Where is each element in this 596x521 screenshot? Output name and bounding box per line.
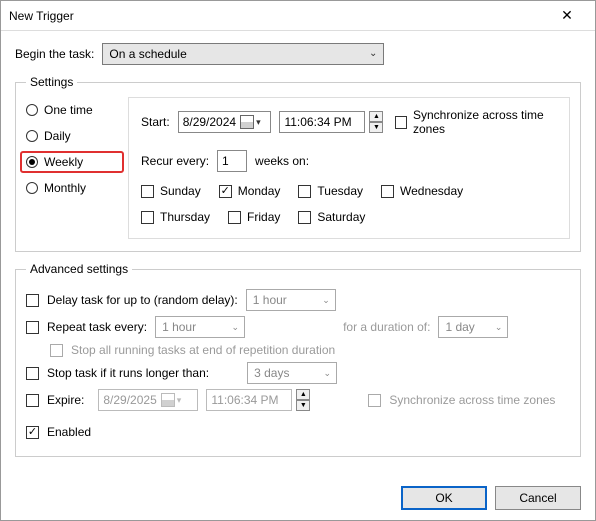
chevron-down-icon: ⌄ [495,322,503,333]
repeat-checkbox[interactable] [26,321,39,334]
day-friday-checkbox[interactable] [228,211,241,224]
expire-date-picker: 8/29/2025 ▾ [98,389,198,411]
recur-input[interactable]: 1 [217,150,247,172]
start-label: Start: [141,115,170,129]
day-sunday-checkbox[interactable] [141,185,154,198]
settings-fieldset: Settings One time Daily Weekly Monthly [15,75,581,252]
radio-icon [26,130,38,142]
recur-value: 1 [222,154,229,168]
cancel-button[interactable]: Cancel [495,486,581,510]
stop-if-combo[interactable]: 3 days ⌄ [247,362,337,384]
repeat-label: Repeat task every: [47,320,147,334]
stop-if-label: Stop task if it runs longer than: [47,366,209,380]
radio-monthly[interactable]: Monthly [26,181,118,195]
radio-weekly[interactable]: Weekly [20,151,124,173]
begin-task-label: Begin the task: [15,47,94,61]
expire-time-picker: 11:06:34 PM ▲ ▼ [206,389,310,411]
calendar-icon [240,115,254,129]
duration-value: 1 day [445,320,474,334]
titlebar: New Trigger ✕ [1,1,595,31]
day-tuesday-checkbox[interactable] [298,185,311,198]
chevron-down-icon: ⌄ [322,295,330,306]
time-spinner: ▲ ▼ [296,389,310,411]
radio-icon [26,182,38,194]
settings-legend: Settings [26,75,77,89]
day-label: Monday [238,184,281,198]
chevron-down-icon: ▼ [369,122,383,133]
day-thursday-checkbox[interactable] [141,211,154,224]
chevron-down-icon: ⌄ [324,368,332,379]
ok-button[interactable]: OK [401,486,487,510]
radio-icon [26,156,38,168]
close-button[interactable]: ✕ [547,2,587,30]
chevron-down-icon: ⌄ [232,322,240,333]
chevron-up-icon: ▲ [369,111,383,122]
stop-if-checkbox[interactable] [26,367,39,380]
day-label: Thursday [160,210,210,224]
enabled-label: Enabled [47,425,91,439]
begin-task-dropdown[interactable]: On a schedule ⌄ [102,43,384,65]
day-label: Saturday [317,210,365,224]
expire-label: Expire: [47,393,84,407]
duration-label: for a duration of: [343,320,430,334]
sync-timezones-checkbox[interactable] [395,116,407,129]
close-icon: ✕ [561,7,573,24]
schedule-panel: Start: 8/29/2024 ▾ 11:06:34 PM ▲ ▼ [128,97,570,239]
cancel-label: Cancel [519,491,556,505]
chevron-down-icon: ▾ [256,117,261,128]
start-date-picker[interactable]: 8/29/2024 ▾ [178,111,272,133]
repeat-combo[interactable]: 1 hour ⌄ [155,316,245,338]
stop-if-value: 3 days [254,366,289,380]
chevron-down-icon: ▾ [177,395,182,406]
delay-checkbox[interactable] [26,294,39,307]
day-label: Tuesday [317,184,363,198]
begin-task-value: On a schedule [109,47,186,61]
advanced-fieldset: Advanced settings Delay task for up to (… [15,262,581,457]
ok-label: OK [435,491,452,505]
sync-timezones-label: Synchronize across time zones [413,108,557,136]
start-date-value: 8/29/2024 [183,115,236,129]
calendar-icon [161,393,175,407]
duration-combo: 1 day ⌄ [438,316,508,338]
expire-checkbox[interactable] [26,394,39,407]
chevron-down-icon: ▼ [296,400,310,411]
recur-label-post: weeks on: [255,154,309,168]
stop-repetition-checkbox [50,344,63,357]
stop-repetition-label: Stop all running tasks at end of repetit… [71,343,335,357]
sync2-label: Synchronize across time zones [389,393,555,407]
day-saturday-checkbox[interactable] [298,211,311,224]
enabled-checkbox[interactable] [26,426,39,439]
chevron-down-icon: ⌄ [369,48,377,59]
start-time-picker[interactable]: 11:06:34 PM ▲ ▼ [279,111,383,133]
radio-icon [26,104,38,116]
delay-label: Delay task for up to (random delay): [47,293,238,307]
radio-label: Monthly [44,181,86,195]
expire-date-value: 8/29/2025 [103,393,156,407]
radio-label: One time [44,103,93,117]
start-time-value: 11:06:34 PM [284,115,351,129]
time-spinner[interactable]: ▲ ▼ [369,111,383,133]
radio-one-time[interactable]: One time [26,103,118,117]
radio-label: Daily [44,129,71,143]
advanced-legend: Advanced settings [26,262,132,276]
window-title: New Trigger [9,9,547,23]
day-label: Sunday [160,184,201,198]
sync2-checkbox [368,394,381,407]
delay-combo[interactable]: 1 hour ⌄ [246,289,336,311]
chevron-up-icon: ▲ [296,389,310,400]
day-wednesday-checkbox[interactable] [381,185,394,198]
delay-value: 1 hour [253,293,287,307]
expire-time-value: 11:06:34 PM [211,393,278,407]
day-label: Friday [247,210,280,224]
day-monday-checkbox[interactable] [219,185,232,198]
recur-label-pre: Recur every: [141,154,209,168]
radio-daily[interactable]: Daily [26,129,118,143]
day-label: Wednesday [400,184,463,198]
radio-label: Weekly [44,155,83,169]
repeat-value: 1 hour [162,320,196,334]
